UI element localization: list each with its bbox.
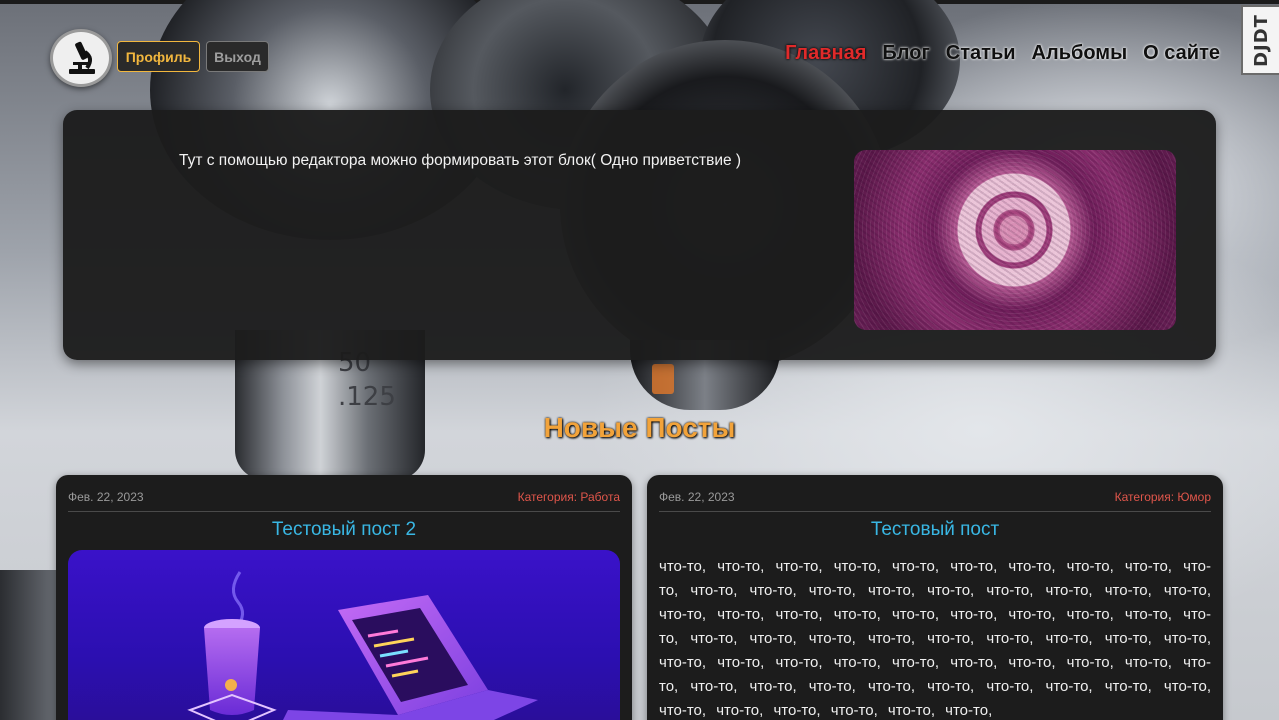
main-nav: Главная Блог Статьи Альбомы О сайте [769, 42, 1220, 65]
nav-articles[interactable]: Статьи [946, 42, 1016, 65]
post-category-link[interactable]: Категория: Юмор [1115, 490, 1211, 504]
post-image [68, 550, 620, 720]
new-posts-title: Новые Посты [543, 412, 736, 443]
post-meta: Фев. 22, 2023 Категория: Юмор [659, 490, 1211, 512]
nav-blog[interactable]: Блог [882, 42, 929, 65]
post-meta: Фев. 22, 2023 Категория: Работа [68, 490, 620, 512]
profile-button[interactable]: Профиль [117, 41, 200, 72]
welcome-image [854, 150, 1176, 330]
microscope-icon [69, 41, 95, 74]
post-card[interactable]: Фев. 22, 2023 Категория: Работа Тестовый… [56, 475, 632, 720]
nav-about[interactable]: О сайте [1143, 42, 1220, 65]
welcome-block: Тут с помощью редактора можно формироват… [63, 110, 1216, 360]
post-excerpt: что-то, что-то, что-то, что-то, что-то, … [659, 558, 1211, 719]
post-title-link[interactable]: Тестовый пост 2 [56, 519, 632, 541]
post-date: Фев. 22, 2023 [68, 490, 144, 504]
logout-button[interactable]: Выход [206, 41, 269, 72]
welcome-text: Тут с помощью редактора можно формироват… [179, 152, 742, 169]
site-logo[interactable] [50, 29, 112, 87]
post-category-link[interactable]: Категория: Работа [518, 490, 620, 504]
nav-albums[interactable]: Альбомы [1032, 42, 1128, 65]
debug-toolbar-label: DJDT [1250, 13, 1272, 67]
post-card[interactable]: Фев. 22, 2023 Категория: Юмор Тестовый п… [647, 475, 1223, 720]
post-date: Фев. 22, 2023 [659, 490, 735, 504]
nav-home[interactable]: Главная [785, 42, 866, 65]
post-title-link[interactable]: Тестовый пост [647, 519, 1223, 541]
debug-toolbar-toggle[interactable]: DJDT [1241, 5, 1279, 75]
